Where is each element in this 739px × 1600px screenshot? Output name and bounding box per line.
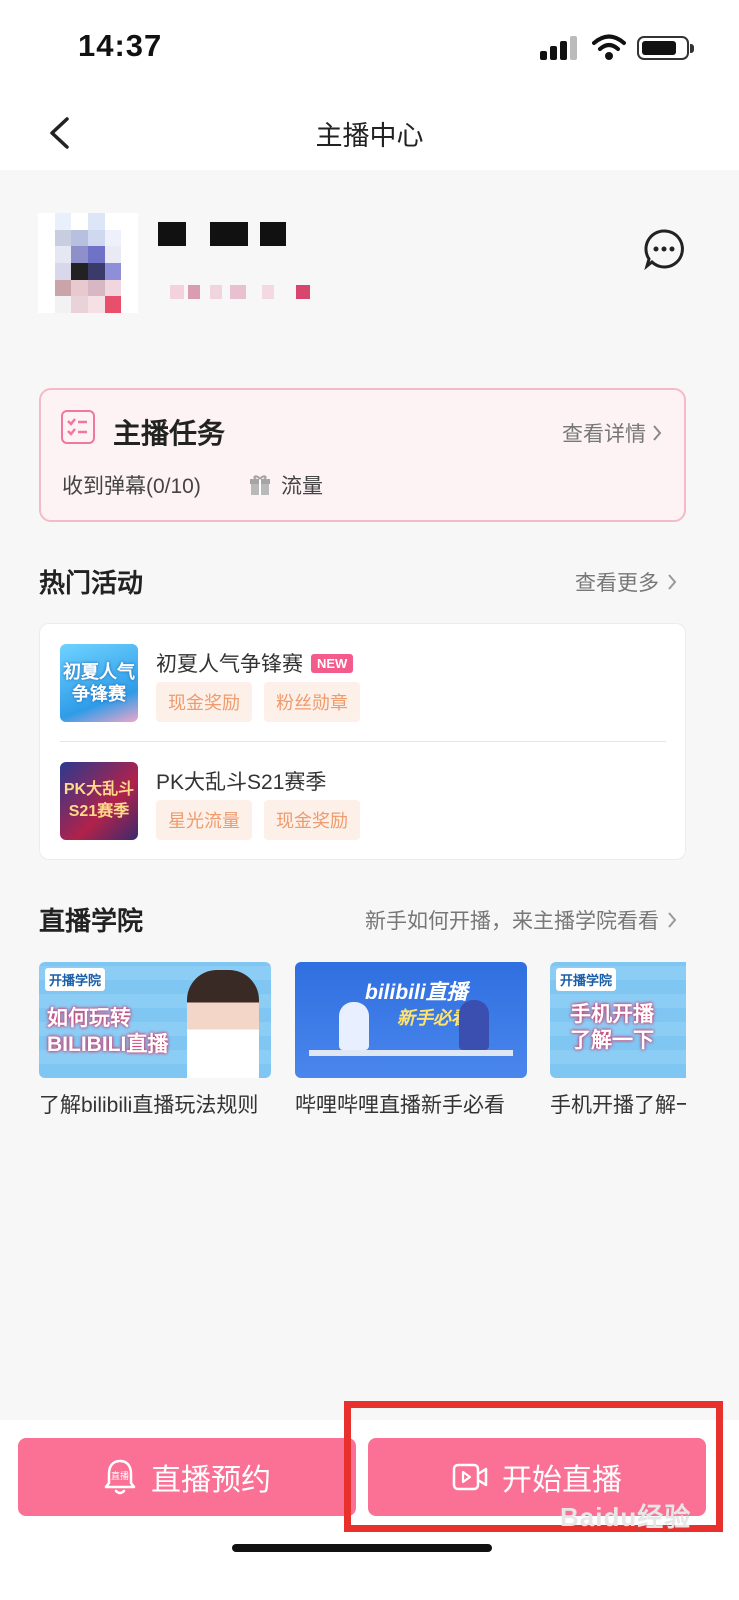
divider	[60, 741, 666, 742]
academy-more-label: 新手如何开播，来主播学院看看	[365, 910, 659, 933]
event-tags: 星光流量 现金奖励	[156, 800, 360, 840]
status-time: 14:37	[78, 28, 163, 63]
task-detail-label: 查看详情	[562, 423, 646, 446]
home-indicator	[232, 1544, 492, 1552]
list-item[interactable]: 初夏人气争锋赛 初夏人气争锋赛 NEW 现金奖励 粉丝勋章	[60, 644, 666, 742]
live-reservation-icon: 直播	[104, 1459, 136, 1495]
tag: 粉丝勋章	[264, 682, 360, 722]
new-badge: NEW	[311, 653, 354, 673]
live-reservation-button[interactable]: 直播 直播预约	[18, 1438, 356, 1516]
academy-card[interactable]: 开播学院 如何玩转 BILIBILI直播 了解bilibili直播玩法规则	[39, 962, 271, 1122]
tag: 现金奖励	[264, 800, 360, 840]
avatar[interactable]	[38, 213, 138, 313]
academy-thumbnail: bilibili直播 新手必看	[295, 962, 527, 1078]
nav-bar: 主播中心	[0, 96, 739, 170]
streamer-task-card[interactable]: 主播任务 查看详情 收到弹幕(0/10) 流量	[39, 388, 686, 522]
task-list-icon	[61, 410, 95, 444]
task-reward-label: 流量	[281, 475, 323, 498]
hot-events-title: 热门活动	[39, 568, 144, 598]
hot-events-more-label: 查看更多	[575, 572, 659, 595]
battery-icon	[637, 36, 694, 60]
academy-card[interactable]: bilibili直播 新手必看 哔哩哔哩直播新手必看	[295, 962, 527, 1122]
academy-caption: 了解bilibili直播玩法规则	[39, 1094, 259, 1117]
event-name: 初夏人气争锋赛 NEW	[156, 648, 354, 678]
profile-name-censored	[158, 222, 298, 250]
gift-icon	[250, 475, 270, 495]
task-reward: 流量	[249, 470, 323, 500]
svg-text:直播: 直播	[111, 1470, 129, 1482]
chevron-right-icon	[653, 425, 662, 441]
list-item[interactable]: PK大乱斗S21赛季 PK大乱斗S21赛季 星光流量 现金奖励	[60, 762, 666, 860]
academy-caption: 哔哩哔哩直播新手必看	[295, 1094, 505, 1117]
wifi-icon	[592, 34, 626, 60]
cellular-signal-icon	[540, 36, 578, 60]
status-bar: 14:37	[0, 0, 739, 96]
chevron-right-icon	[668, 912, 677, 928]
page-title: 主播中心	[315, 121, 424, 151]
task-title: 主播任务	[113, 418, 226, 449]
watermark: Baidu经验	[560, 1502, 692, 1532]
task-progress: 收到弹幕(0/10)	[62, 475, 201, 498]
event-tags: 现金奖励 粉丝勋章	[156, 682, 360, 722]
tag: 星光流量	[156, 800, 252, 840]
event-thumbnail: 初夏人气争锋赛	[60, 644, 138, 722]
academy-thumbnail: 开播学院 手机开播 了解一下	[550, 962, 686, 1078]
academy-more-link[interactable]: 新手如何开播，来主播学院看看	[365, 905, 677, 935]
profile-id-censored	[170, 285, 320, 301]
academy-thumbnail: 开播学院 如何玩转 BILIBILI直播	[39, 962, 271, 1078]
hot-events-more-link[interactable]: 查看更多	[575, 567, 677, 597]
live-reservation-label: 直播预约	[151, 1464, 271, 1497]
event-thumbnail: PK大乱斗S21赛季	[60, 762, 138, 840]
event-name: PK大乱斗S21赛季	[156, 771, 327, 794]
tag: 现金奖励	[156, 682, 252, 722]
academy-title: 直播学院	[39, 906, 144, 936]
academy-caption: 手机开播了解一下	[550, 1094, 686, 1117]
academy-card[interactable]: 开播学院 手机开播 了解一下 手机开播了解一下	[550, 962, 686, 1122]
message-icon[interactable]	[643, 228, 685, 270]
task-detail-link[interactable]: 查看详情	[562, 418, 662, 448]
chevron-right-icon	[668, 574, 677, 590]
hot-events-card: 初夏人气争锋赛 初夏人气争锋赛 NEW 现金奖励 粉丝勋章 PK大乱斗S21赛季…	[39, 623, 686, 860]
